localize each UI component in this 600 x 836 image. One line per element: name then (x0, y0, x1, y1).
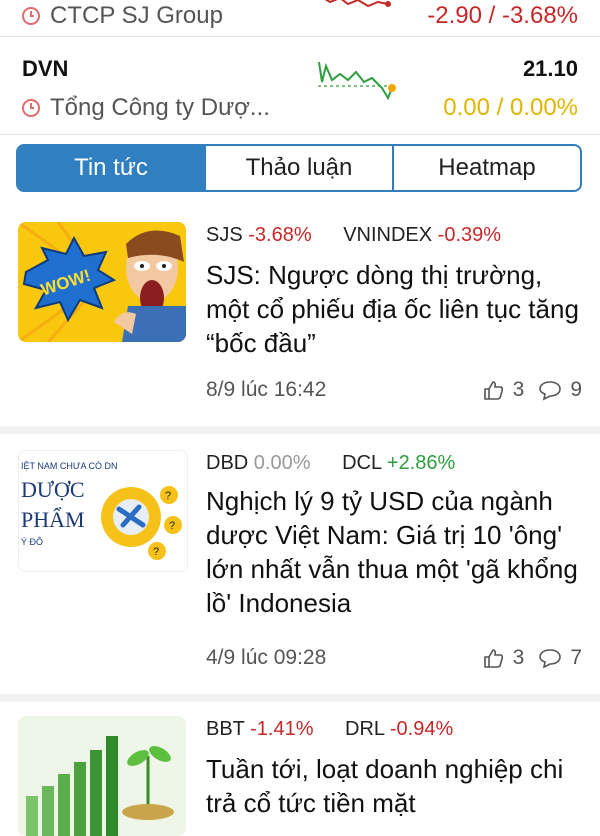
thumb-word: PHẨM (21, 507, 85, 532)
tab-bar: Tin tức Thảo luận Heatmap (16, 144, 582, 192)
wow-illustration: WOW! (18, 222, 186, 342)
comment-icon[interactable] (538, 647, 562, 669)
like-count: 3 (512, 378, 525, 401)
like-count: 3 (512, 646, 525, 669)
news-thumbnail (18, 716, 186, 836)
sparkline-end-dot (388, 84, 396, 92)
price-change: -2.90 / -3.68% (427, 2, 578, 29)
news-stats: 3 9 (483, 378, 582, 402)
sparkline-end-dot (385, 1, 391, 7)
comment-icon[interactable] (538, 379, 562, 401)
tag-dcl[interactable]: DCL +2.86% (342, 452, 455, 474)
thumb-caption: Ý ĐÔ (21, 537, 43, 547)
news-title[interactable]: Tuần tới, loạt doanh nghiệp chi trả cổ t… (206, 752, 582, 820)
clock-icon (22, 99, 40, 117)
stock-row-sjs[interactable]: CTCP SJ Group -2.90 / -3.68% (0, 0, 600, 37)
sparkline-chart (324, 0, 391, 8)
clock-icon (22, 7, 40, 25)
stock-tags: DBD 0.00% DCL +2.86% (206, 452, 481, 475)
tag-dbd[interactable]: DBD 0.00% (206, 452, 311, 474)
stock-tags: SJS -3.68% VNINDEX -0.39% (206, 224, 527, 247)
news-thumbnail: IỆT NAM CHƯA CÓ DN DƯỢC PHẨM Ý ĐÔ ? ? ? (18, 450, 188, 572)
tag-sjs[interactable]: SJS -3.68% (206, 224, 312, 246)
tab-news[interactable]: Tin tức (18, 146, 204, 190)
stock-tags: BBT -1.41% DRL -0.94% (206, 718, 479, 741)
comment-count: 7 (570, 646, 582, 669)
news-stats: 3 7 (483, 646, 582, 670)
news-date: 8/9 lúc 16:42 (206, 378, 327, 401)
tab-heatmap[interactable]: Heatmap (392, 146, 580, 190)
svg-text:?: ? (165, 490, 171, 502)
sparkline-line (324, 0, 389, 8)
company-name: Tổng Công ty Dượ... (22, 94, 270, 122)
growth-illustration (18, 716, 186, 836)
tag-vnindex[interactable]: VNINDEX -0.39% (343, 224, 501, 246)
news-title[interactable]: Nghịch lý 9 tỷ USD của ngành dược Việt N… (206, 484, 582, 620)
svg-text:?: ? (169, 520, 175, 532)
tab-discussion[interactable]: Thảo luận (204, 146, 392, 190)
thumb-word: DƯỢC (21, 477, 85, 502)
comment-count: 9 (570, 378, 582, 401)
news-item[interactable]: IỆT NAM CHƯA CÓ DN DƯỢC PHẨM Ý ĐÔ ? ? ? … (0, 434, 600, 702)
stock-price: 21.10 (522, 56, 578, 81)
tag-drl[interactable]: DRL -0.94% (345, 718, 453, 740)
stock-row-dvn[interactable]: DVN 21.10 Tổng Công ty Dượ... 0.00 / 0.0… (0, 38, 600, 135)
svg-text:?: ? (153, 546, 159, 558)
pharma-illustration: IỆT NAM CHƯA CÓ DN DƯỢC PHẨM Ý ĐÔ ? ? ? (19, 451, 187, 571)
sparkline-line (318, 61, 393, 101)
company-name: CTCP SJ Group (22, 2, 223, 30)
news-item[interactable]: WOW! SJS -3.68% VNINDEX -0.39% SJS: Ngượ… (0, 208, 600, 434)
news-thumbnail: WOW! (18, 222, 186, 342)
news-date: 4/9 lúc 09:28 (206, 646, 327, 669)
sparkline-chart (318, 61, 396, 101)
news-item[interactable]: BBT -1.41% DRL -0.94% Tuần tới, loạt doa… (0, 702, 600, 836)
thumb-caption: IỆT NAM CHƯA CÓ DN (21, 461, 118, 471)
tag-bbt[interactable]: BBT -1.41% (206, 718, 313, 740)
news-title[interactable]: SJS: Ngược dòng thị trường, một cổ phiếu… (206, 258, 582, 360)
thumbs-up-icon[interactable] (483, 379, 505, 401)
ticker-symbol: DVN (22, 56, 69, 81)
thumbs-up-icon[interactable] (483, 647, 505, 669)
price-change: 0.00 / 0.00% (443, 94, 578, 121)
